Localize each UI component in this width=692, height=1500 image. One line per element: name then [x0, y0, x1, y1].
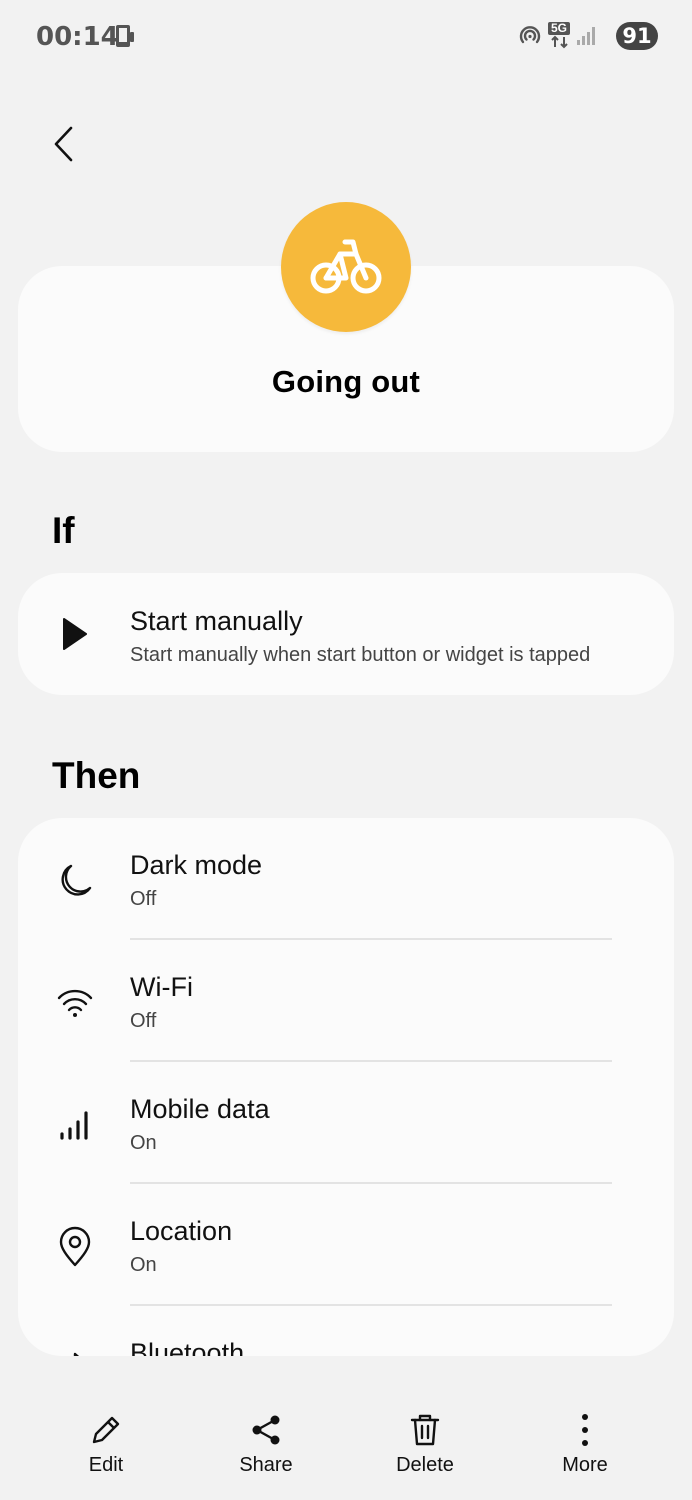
status-icons: 5G 91 [518, 22, 658, 52]
action-row-dark-mode[interactable]: Dark mode Off [18, 818, 674, 940]
back-button[interactable] [44, 120, 84, 168]
if-section-title: If [52, 510, 75, 551]
bluetooth-icon [52, 1346, 98, 1356]
if-card: Start manually Start manually when start… [18, 573, 674, 695]
trigger-title: Start manually [130, 606, 303, 636]
action-row-mobile-data[interactable]: Mobile data On [18, 1062, 674, 1184]
edit-label: Edit [88, 1454, 124, 1476]
routine-title: Going out [271, 364, 421, 399]
status-time: 00:14 [36, 22, 119, 52]
more-button[interactable]: More [525, 1412, 645, 1492]
action-row-wifi[interactable]: Wi-Fi Off [18, 940, 674, 1062]
delete-button[interactable]: Delete [365, 1412, 485, 1492]
pencil-icon [92, 1416, 120, 1444]
trigger-subtitle: Start manually when start button or widg… [130, 644, 591, 666]
network-5g-icon: 5G [548, 22, 572, 50]
share-label: Share [239, 1454, 293, 1476]
signal-icon [576, 26, 596, 51]
then-section-title: Then [52, 755, 141, 796]
then-card: Dark mode Off Wi-Fi Off Mobile data On L… [18, 818, 674, 1356]
wifi-icon [52, 980, 98, 1026]
trash-icon [410, 1414, 440, 1446]
hotspot-icon [518, 24, 542, 53]
network-type: 5G [548, 22, 570, 35]
location-pin-icon [52, 1224, 98, 1270]
play-icon [52, 611, 98, 657]
share-button[interactable]: Share [206, 1412, 326, 1492]
battery-indicator: 91 [616, 22, 658, 50]
chevron-left-icon [54, 126, 73, 162]
signal-bars-icon [52, 1102, 98, 1148]
action-title: Dark mode [130, 850, 263, 880]
delete-label: Delete [396, 1454, 454, 1476]
status-bar: 00:14 5G 91 [0, 0, 692, 76]
action-title: Location [130, 1216, 233, 1246]
action-title: Mobile data [130, 1094, 270, 1124]
routine-icon[interactable] [281, 202, 411, 332]
action-title: Bluetooth [130, 1338, 245, 1356]
share-icon [252, 1415, 280, 1445]
action-title: Wi-Fi [130, 972, 193, 1002]
action-row-location[interactable]: Location On [18, 1184, 674, 1306]
phone-screen-icon [112, 24, 136, 55]
edit-button[interactable]: Edit [46, 1412, 166, 1492]
trigger-row[interactable]: Start manually Start manually when start… [18, 573, 674, 695]
bicycle-icon [310, 239, 382, 294]
action-value: On [130, 1254, 157, 1276]
action-value: Off [130, 888, 157, 910]
more-label: More [562, 1454, 608, 1476]
action-value: Off [130, 1010, 157, 1032]
action-value: On [130, 1132, 157, 1154]
more-vertical-icon [582, 1414, 588, 1446]
action-row-bluetooth[interactable]: Bluetooth [18, 1306, 674, 1356]
bottom-action-bar: Edit Share Delete More [0, 1400, 692, 1500]
moon-icon [52, 858, 98, 904]
